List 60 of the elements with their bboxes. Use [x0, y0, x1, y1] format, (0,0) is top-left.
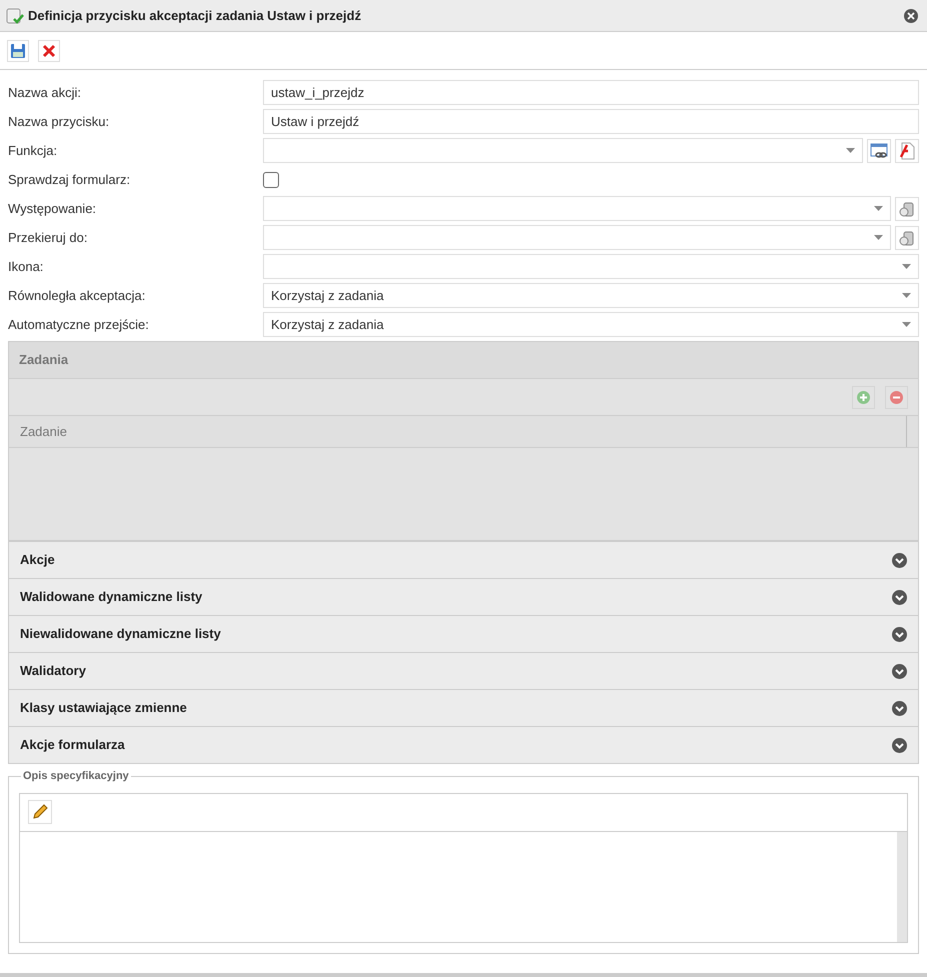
expand-icon [892, 738, 907, 752]
field-action-button[interactable] [867, 138, 891, 162]
field-label: Nazwa akcji: [8, 84, 82, 102]
accordion-header[interactable]: Akcje [9, 541, 918, 578]
expand-icon [892, 552, 907, 568]
dropdown-field[interactable] [263, 254, 919, 279]
pencil-icon [32, 804, 48, 820]
scrollbar[interactable] [897, 832, 907, 942]
accordion-header[interactable]: Walidowane dynamiczne listy [9, 578, 918, 615]
checkbox[interactable] [263, 172, 279, 188]
dropdown-field[interactable]: Korzystaj z zadania [263, 312, 919, 337]
trash-icon [899, 230, 915, 246]
expand-icon [892, 664, 907, 678]
field-label: Przekieruj do: [8, 228, 88, 247]
dropdown-caret-icon [846, 148, 855, 153]
checked-document-icon [6, 6, 24, 24]
field-label: Występowanie: [8, 200, 98, 218]
field-action-button[interactable] [895, 226, 919, 250]
dropdown-caret-icon [902, 264, 911, 269]
window-link-icon [870, 142, 888, 158]
dropdown-caret-icon [902, 322, 911, 327]
expand-icon [892, 590, 907, 604]
dropdown-field[interactable] [263, 196, 891, 221]
edit-button[interactable] [28, 800, 52, 824]
plus-icon [857, 390, 870, 404]
field-label: Ikona: [8, 258, 44, 276]
accordion-header[interactable]: Walidatory [9, 652, 918, 689]
window-title: Definicja przycisku akceptacji zadania Ustaw i przejdź [28, 6, 362, 25]
field-label: Równoległa akceptacja: [8, 286, 146, 305]
dropdown-caret-icon [874, 235, 883, 240]
field-label: Funkcja: [8, 142, 58, 160]
expand-icon [892, 700, 907, 716]
trash-icon [899, 200, 915, 216]
field-action-button[interactable] [895, 196, 919, 220]
field-label: Nazwa przycisku: [8, 112, 110, 131]
close-icon [907, 12, 915, 20]
dropdown-field[interactable] [263, 138, 863, 163]
accordion-header[interactable]: Klasy ustawiające zmienne [9, 689, 918, 726]
fieldset-legend: Opis specyfikacyjny [21, 768, 131, 784]
close-icon [42, 44, 56, 58]
field-action-button[interactable] [895, 138, 919, 162]
script-icon [898, 142, 916, 160]
cancel-button[interactable] [38, 40, 60, 62]
dropdown-caret-icon [902, 293, 911, 298]
accordion-header[interactable]: Niewalidowane dynamiczne listy [9, 615, 918, 652]
text-field[interactable]: Ustaw i przejdź [263, 109, 919, 134]
add-button[interactable] [852, 386, 875, 408]
field-label: Sprawdzaj formularz: [8, 170, 132, 189]
save-button[interactable] [7, 40, 29, 62]
expand-icon [892, 626, 907, 642]
remove-button[interactable] [885, 386, 908, 408]
dropdown-field[interactable]: Korzystaj z zadania [263, 283, 919, 308]
panel-title: Zadania [19, 351, 68, 370]
text-field[interactable]: ustaw_i_przejdz [263, 80, 919, 105]
close-button[interactable] [904, 8, 918, 22]
accordion-header[interactable]: Akcje formularza [9, 726, 918, 763]
dropdown-caret-icon [874, 206, 883, 211]
field-label: Automatyczne przejście: [8, 316, 150, 334]
minus-icon [890, 390, 903, 404]
dropdown-field[interactable] [263, 225, 891, 250]
